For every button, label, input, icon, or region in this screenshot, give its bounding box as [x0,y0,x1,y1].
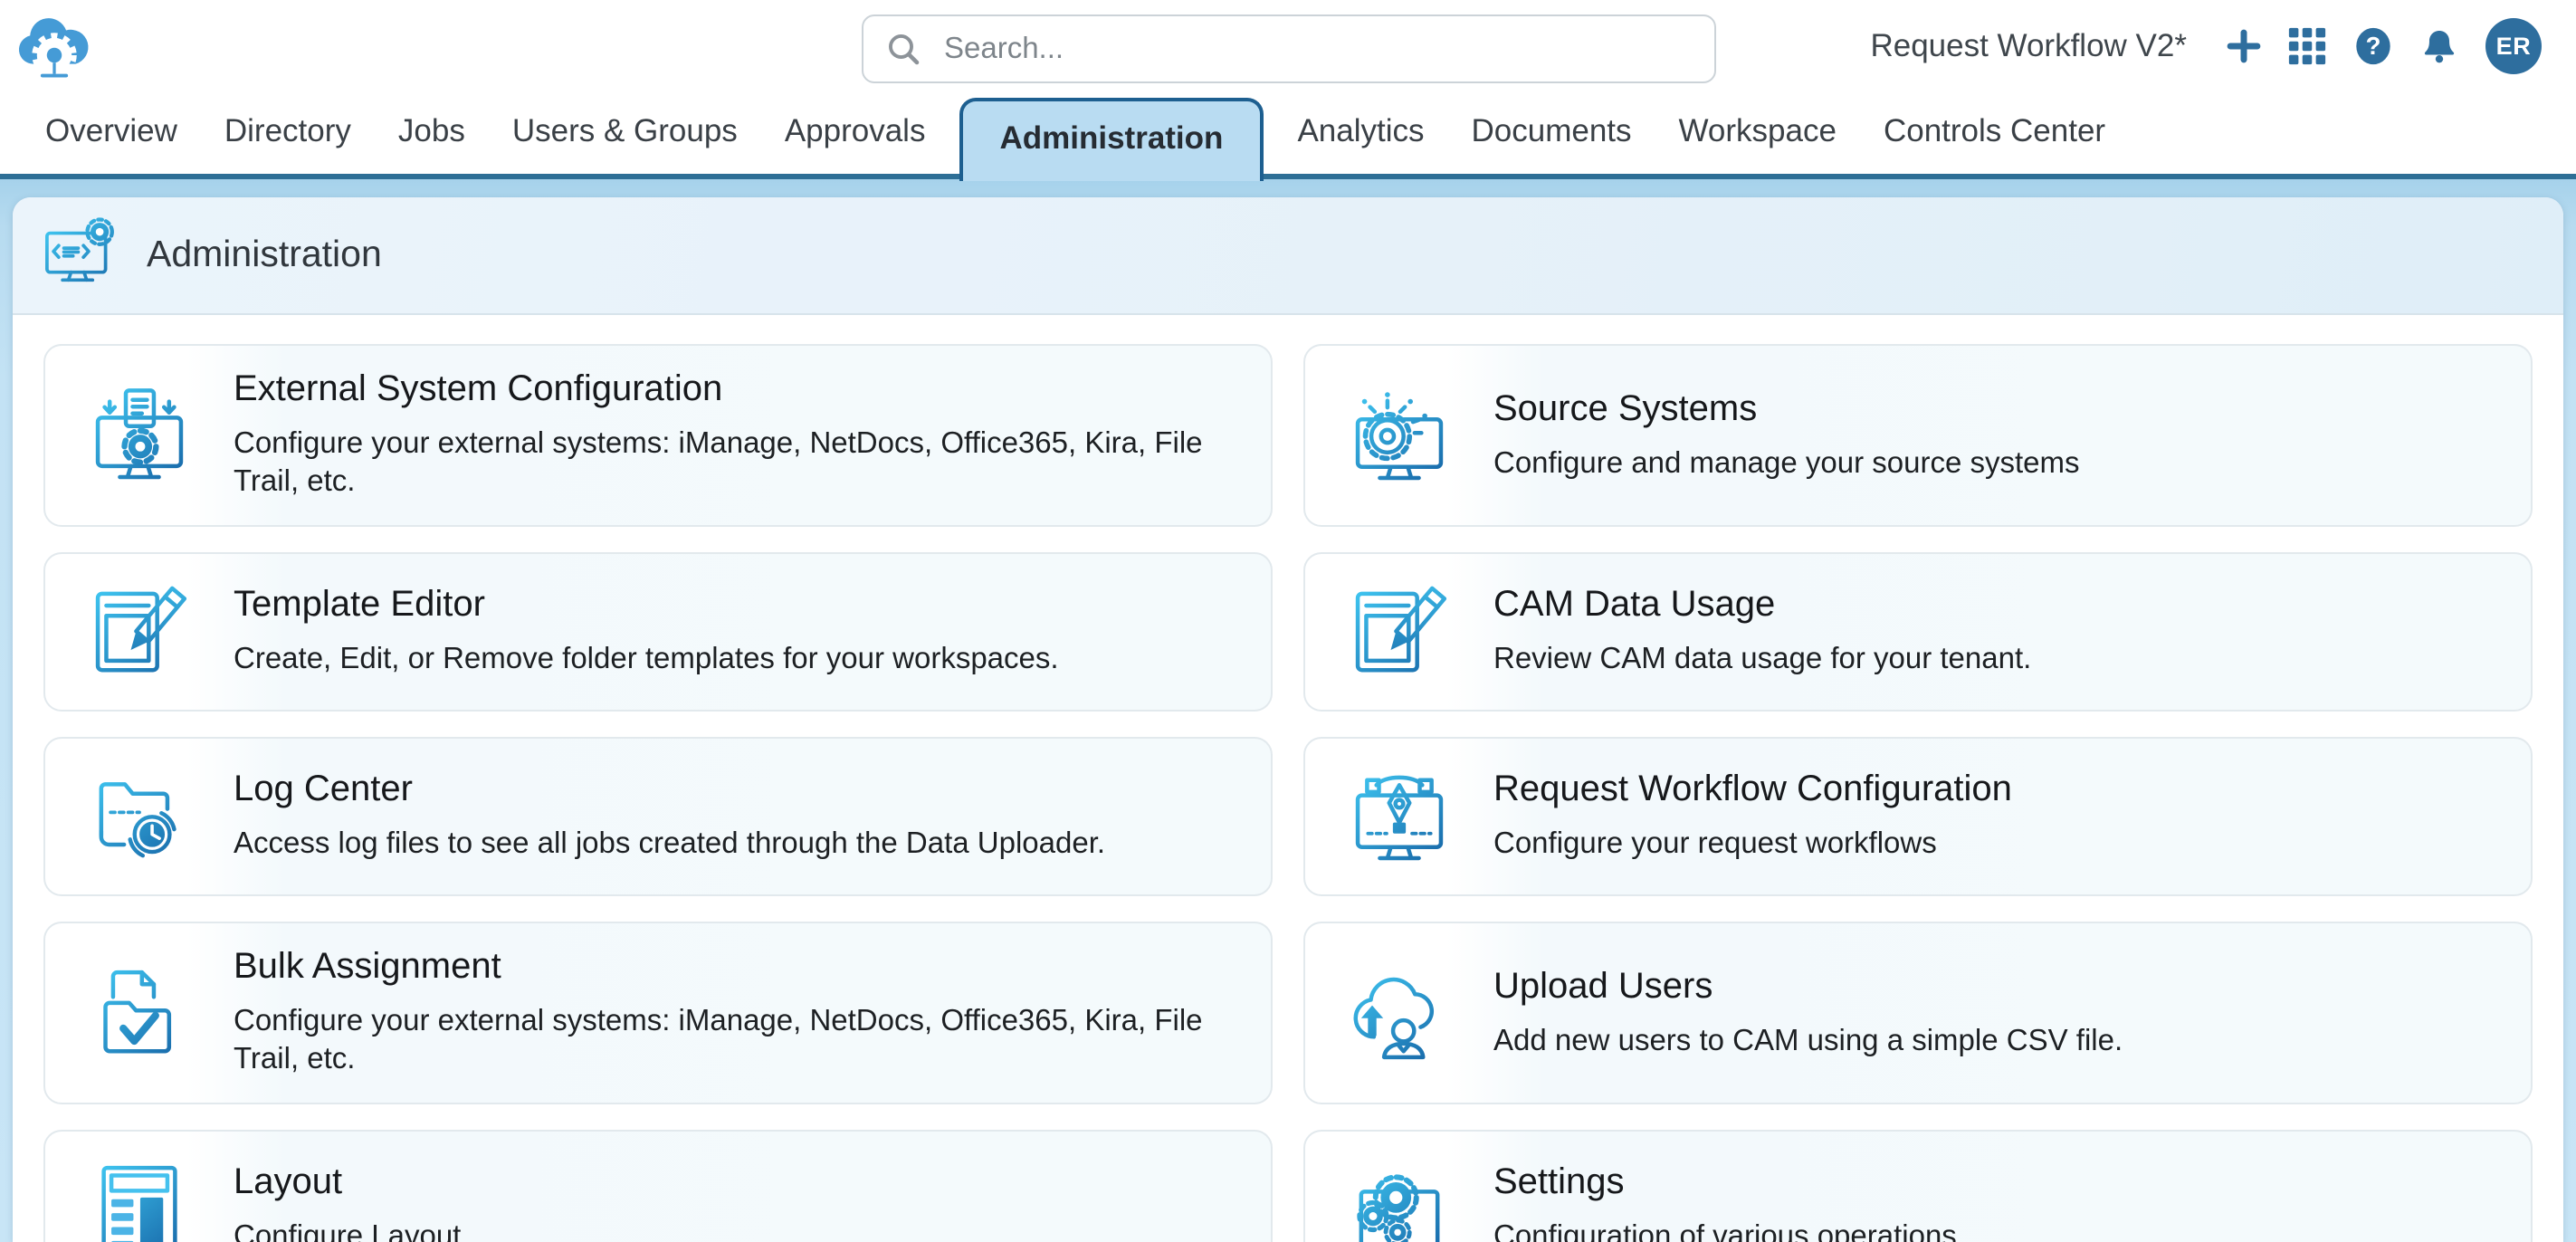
svg-text:?: ? [2366,31,2381,59]
card-external-system-configuration[interactable]: External System Configuration Configure y… [43,344,1273,527]
card-description: Create, Edit, or Remove folder templates… [234,641,1059,679]
user-avatar[interactable]: ER [2485,17,2542,73]
card-text: External System Configuration Configure y… [234,346,1271,525]
card-text: Upload Users Add new users to CAM using a… [1493,942,2173,1084]
tab-approvals[interactable]: Approvals [761,112,949,174]
card-description: Review CAM data usage for your tenant. [1493,641,2031,679]
card-description: Add new users to CAM using a simple CSV … [1493,1022,2123,1060]
tab-directory[interactable]: Directory [201,112,375,174]
app-logo[interactable] [14,5,94,85]
card-description: Configure Layout. [234,1218,470,1241]
card-text: Settings Configuration of various operati… [1493,1139,2016,1241]
plus-icon [2227,28,2261,62]
apps-grid-icon [2288,26,2326,64]
tab-workspace[interactable]: Workspace [1655,112,1860,174]
request-workflow-configuration-icon [1305,762,1493,871]
card-text: Template Editor Create, Edit, or Remove f… [234,561,1110,702]
card-description: Configure and manage your source systems [1493,444,2080,482]
bulk-assignment-icon [45,959,234,1067]
topbar: Request Workflow V2* ? [0,0,2576,91]
card-description: Configuration of various operations. [1493,1218,1965,1241]
card-template-editor[interactable]: Template Editor Create, Edit, or Remove f… [43,552,1273,712]
tab-jobs[interactable]: Jobs [375,112,489,174]
administration-monitor-gear-icon [40,217,123,293]
tab-users-groups[interactable]: Users & Groups [489,112,761,174]
log-center-icon [45,762,234,871]
card-title: Bulk Assignment [234,947,1220,989]
card-text: Layout Configure Layout. [234,1139,520,1241]
topbar-right-cluster: Request Workflow V2* ? [1870,0,2542,91]
card-title: External System Configuration [234,369,1220,411]
add-button[interactable] [2227,28,2261,62]
help-button[interactable]: ? [2353,24,2393,66]
tab-documents[interactable]: Documents [1448,112,1655,174]
tab-administration[interactable]: Administration [959,97,1263,180]
template-editor-icon [45,578,234,686]
card-title: CAM Data Usage [1493,585,2031,626]
card-title: Request Workflow Configuration [1493,769,2012,811]
cloud-gear-logo-icon [14,5,94,85]
card-cam-data-usage[interactable]: CAM Data Usage Review CAM data usage for … [1303,552,2533,712]
card-title: Layout [234,1162,470,1204]
card-title: Upload Users [1493,966,2123,1008]
card-description: Access log files to see all jobs created… [234,826,1105,864]
page-title: Administration [147,234,382,277]
card-text: Log Center Access log files to see all jo… [234,746,1156,887]
app-root: Request Workflow V2* ? [0,0,2576,1242]
card-text: Source Systems Configure and manage your … [1493,365,2131,506]
card-request-workflow-configuration[interactable]: Request Workflow Configuration Configure … [1303,737,2533,896]
administration-panel: Administration External System Configura… [13,197,2563,1241]
settings-icon [1305,1155,1493,1241]
card-source-systems[interactable]: Source Systems Configure and manage your … [1303,344,2533,527]
card-grid: External System Configuration Configure y… [13,315,2563,1241]
card-description: Configure your external systems: iManage… [234,1003,1220,1079]
upload-users-icon [1305,959,1493,1067]
tab-overview[interactable]: Overview [22,112,201,174]
tab-controls-center[interactable]: Controls Center [1860,112,2129,174]
workflow-version-label[interactable]: Request Workflow V2* [1870,26,2187,64]
card-title: Settings [1493,1162,1965,1204]
card-layout[interactable]: Layout Configure Layout. [43,1130,1273,1241]
bell-icon [2420,26,2458,64]
card-title: Log Center [234,769,1105,811]
card-text: Request Workflow Configuration Configure … [1493,746,2063,887]
external-system-configuration-icon [45,381,234,490]
layout-icon [45,1155,234,1241]
card-text: CAM Data Usage Review CAM data usage for … [1493,561,2082,702]
card-settings[interactable]: Settings Configuration of various operati… [1303,1130,2533,1241]
panel-header: Administration [13,197,2563,315]
nav-tabs: OverviewDirectoryJobsUsers & GroupsAppro… [0,91,2576,179]
card-bulk-assignment[interactable]: Bulk Assignment Configure your external s… [43,922,1273,1104]
search-input[interactable] [940,30,1692,68]
notifications-button[interactable] [2420,26,2458,64]
card-description: Configure your external systems: iManage… [234,425,1220,502]
card-description: Configure your request workflows [1493,826,2012,864]
card-title: Source Systems [1493,388,2080,430]
card-text: Bulk Assignment Configure your external s… [234,923,1271,1103]
source-systems-icon [1305,381,1493,490]
card-upload-users[interactable]: Upload Users Add new users to CAM using a… [1303,922,2533,1104]
search-icon [884,30,922,68]
card-title: Template Editor [234,585,1059,626]
tab-analytics[interactable]: Analytics [1274,112,1447,174]
question-mark-icon: ? [2353,24,2393,66]
content-background: Administration External System Configura… [0,179,2576,1241]
cam-data-usage-icon [1305,578,1493,686]
search-box [861,14,1715,83]
card-log-center[interactable]: Log Center Access log files to see all jo… [43,737,1273,896]
apps-button[interactable] [2288,26,2326,64]
